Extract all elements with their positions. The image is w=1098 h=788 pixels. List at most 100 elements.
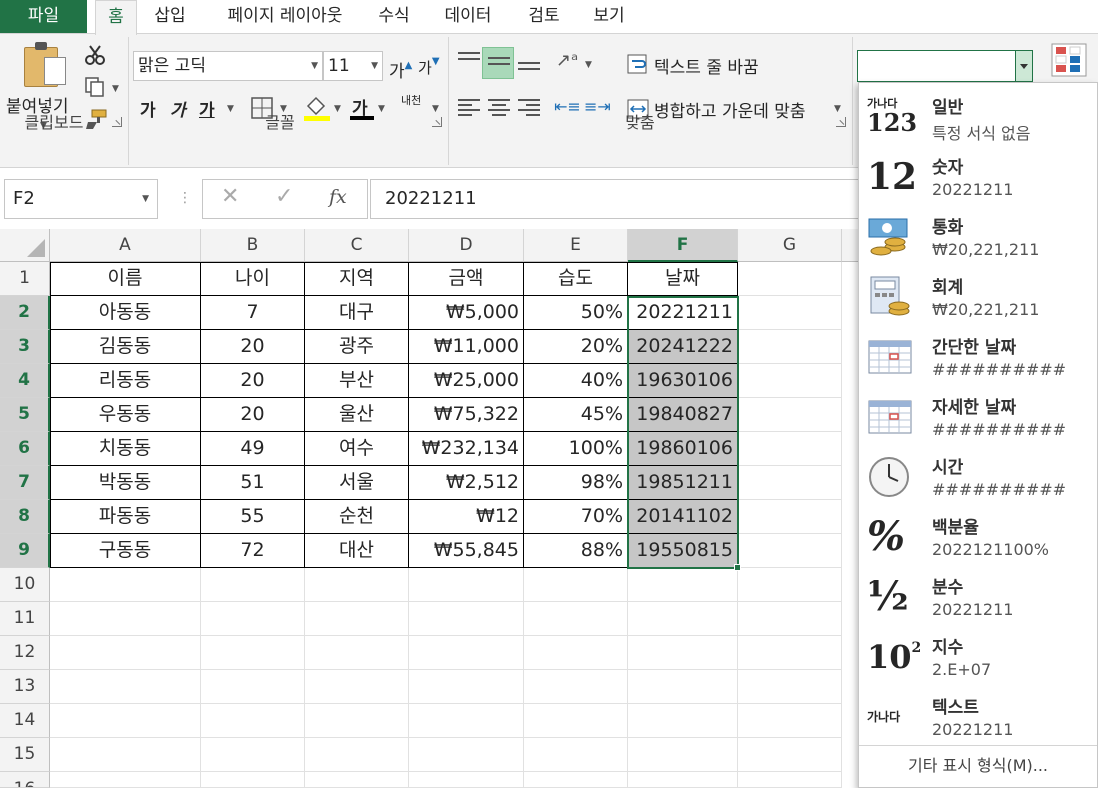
table-header-cell[interactable]: 지역 (305, 262, 409, 296)
table-cell[interactable]: 19840827 (628, 398, 738, 432)
empty-cell[interactable] (50, 738, 201, 772)
table-cell[interactable]: 7 (201, 296, 305, 330)
tab-review[interactable]: 검토 (520, 0, 568, 34)
enter-icon[interactable]: ✓ (275, 184, 293, 209)
empty-cell[interactable] (628, 704, 738, 738)
tab-page-layout[interactable]: 페이지 레이아웃 (210, 0, 360, 34)
table-header-cell[interactable]: 나이 (201, 262, 305, 296)
empty-cell[interactable] (524, 568, 628, 602)
table-cell[interactable]: 40% (524, 364, 628, 398)
underline-button[interactable]: 가 (199, 96, 215, 121)
tab-view[interactable]: 보기 (584, 0, 634, 34)
format-option[interactable]: % 백분율 2022121100% (859, 507, 1097, 567)
table-cell[interactable]: 서울 (305, 466, 409, 500)
table-cell[interactable]: ₩75,322 (409, 398, 524, 432)
format-option[interactable]: ½ 분수 20221211 (859, 567, 1097, 627)
tab-formulas[interactable]: 수식 (372, 0, 416, 34)
table-cell[interactable]: 대구 (305, 296, 409, 330)
align-center-icon[interactable] (488, 99, 510, 117)
empty-cell[interactable] (305, 568, 409, 602)
phonetic-dropdown-icon[interactable]: ▼ (432, 104, 439, 114)
empty-cell[interactable] (628, 568, 738, 602)
align-middle-button[interactable] (482, 47, 514, 79)
empty-cell[interactable] (305, 670, 409, 704)
row-header-11[interactable]: 11 (0, 602, 50, 636)
empty-cell[interactable] (305, 772, 409, 788)
empty-cell[interactable] (305, 738, 409, 772)
number-format-dropdown-button[interactable] (1015, 51, 1032, 81)
empty-cell[interactable] (524, 636, 628, 670)
empty-cell[interactable] (50, 568, 201, 602)
column-header-c[interactable]: C (305, 229, 409, 262)
table-cell[interactable]: 55 (201, 500, 305, 534)
row-header-6[interactable]: 6 (0, 432, 50, 466)
row-header-13[interactable]: 13 (0, 670, 50, 704)
tab-data[interactable]: 데이터 (436, 0, 500, 34)
empty-cell[interactable] (201, 602, 305, 636)
row-header-15[interactable]: 15 (0, 738, 50, 772)
table-cell[interactable]: 광주 (305, 330, 409, 364)
row-header-4[interactable]: 4 (0, 364, 50, 398)
empty-cell[interactable] (201, 738, 305, 772)
table-cell[interactable]: 19860106 (628, 432, 738, 466)
empty-cell[interactable] (738, 772, 842, 788)
table-cell[interactable]: ₩12 (409, 500, 524, 534)
align-right-icon[interactable] (518, 99, 540, 117)
font-name-select[interactable]: 맑은 고딕 ▼ (133, 51, 323, 81)
empty-cell[interactable] (738, 738, 842, 772)
row-header-12[interactable]: 12 (0, 636, 50, 670)
empty-cell[interactable] (738, 670, 842, 704)
table-cell[interactable]: ₩11,000 (409, 330, 524, 364)
table-header-cell[interactable]: 이름 (50, 262, 201, 296)
empty-cell[interactable] (524, 704, 628, 738)
empty-cell[interactable] (201, 670, 305, 704)
align-top-icon[interactable] (458, 52, 480, 70)
column-header-g[interactable]: G (738, 229, 842, 262)
clipboard-launcher-icon[interactable] (112, 117, 122, 127)
name-box[interactable]: F2 ▼ (4, 179, 158, 219)
row-header-8[interactable]: 8 (0, 500, 50, 534)
row-header-9[interactable]: 9 (0, 534, 50, 568)
empty-cell[interactable] (409, 636, 524, 670)
table-cell[interactable]: 부산 (305, 364, 409, 398)
table-cell[interactable]: ₩55,845 (409, 534, 524, 568)
fill-color-dropdown-icon[interactable]: ▼ (334, 104, 341, 114)
empty-cell[interactable] (305, 704, 409, 738)
empty-cell[interactable] (738, 432, 842, 466)
table-cell[interactable]: 100% (524, 432, 628, 466)
orientation-icon[interactable]: ↗ᵃ (556, 50, 578, 71)
table-header-cell[interactable]: 금액 (409, 262, 524, 296)
table-cell[interactable]: 19851211 (628, 466, 738, 500)
empty-cell[interactable] (738, 704, 842, 738)
align-bottom-icon[interactable] (518, 62, 540, 80)
table-cell[interactable]: 리동동 (50, 364, 201, 398)
conditional-format-icon[interactable] (1048, 42, 1090, 82)
empty-cell[interactable] (409, 670, 524, 704)
formula-input[interactable]: 20221211 (370, 179, 870, 219)
tab-insert[interactable]: 삽입 (148, 0, 192, 34)
row-header-2[interactable]: 2 (0, 296, 50, 330)
row-header-3[interactable]: 3 (0, 330, 50, 364)
underline-dropdown-icon[interactable]: ▼ (227, 104, 234, 114)
empty-cell[interactable] (738, 534, 842, 568)
grow-font-button[interactable]: 가▲ (389, 57, 412, 82)
empty-cell[interactable] (201, 772, 305, 788)
table-cell[interactable]: 파동동 (50, 500, 201, 534)
decrease-indent-icon[interactable]: ⇤≡ (554, 97, 581, 116)
font-launcher-icon[interactable] (432, 117, 442, 127)
table-cell[interactable]: 19630106 (628, 364, 738, 398)
tab-file[interactable]: 파일 (0, 0, 87, 34)
column-header-b[interactable]: B (201, 229, 305, 262)
empty-cell[interactable] (738, 602, 842, 636)
table-cell[interactable]: 50% (524, 296, 628, 330)
empty-cell[interactable] (524, 772, 628, 788)
empty-cell[interactable] (738, 262, 842, 296)
row-header-1[interactable]: 1 (0, 262, 50, 296)
table-cell[interactable]: 구동동 (50, 534, 201, 568)
table-cell[interactable]: 박동동 (50, 466, 201, 500)
table-cell[interactable]: 20241222 (628, 330, 738, 364)
table-cell[interactable]: 울산 (305, 398, 409, 432)
format-option[interactable]: 통화 ₩20,221,211 (859, 207, 1097, 267)
table-cell[interactable]: 아동동 (50, 296, 201, 330)
table-cell[interactable]: 20 (201, 398, 305, 432)
